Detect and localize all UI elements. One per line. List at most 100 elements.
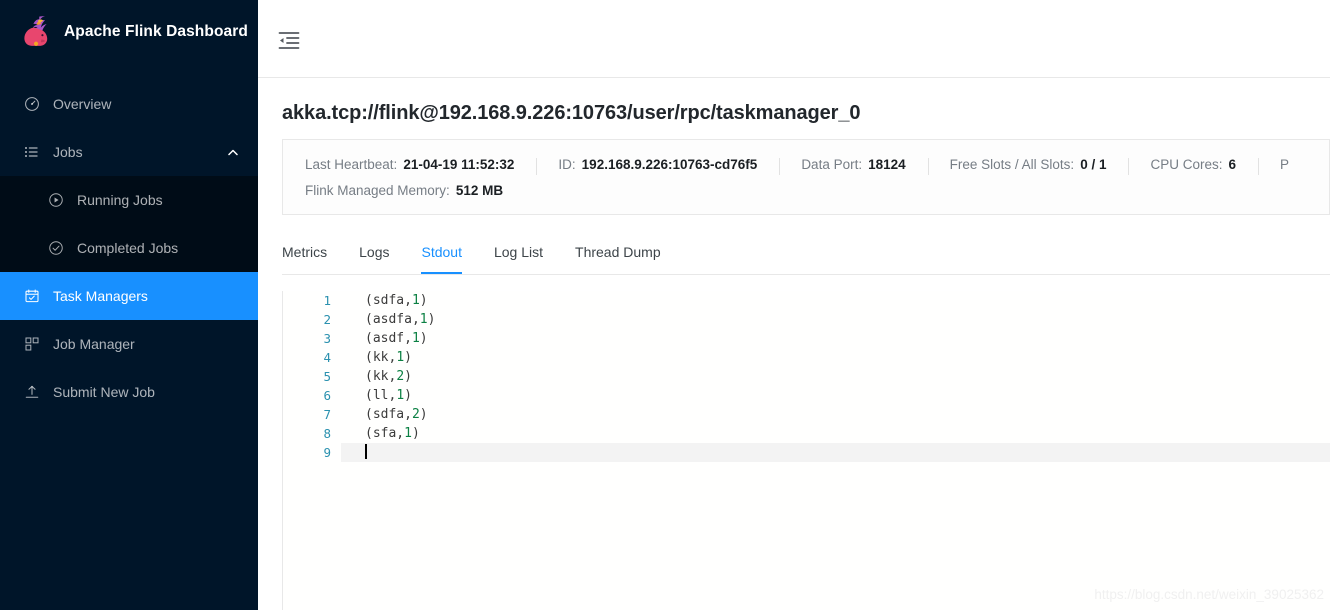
line-number: 5 bbox=[323, 369, 331, 384]
info-label: Free Slots / All Slots: bbox=[949, 156, 1075, 172]
info-label: Flink Managed Memory: bbox=[305, 182, 450, 198]
line-content[interactable]: (asdfa,1) bbox=[341, 310, 1330, 329]
check-circle-icon bbox=[48, 240, 64, 256]
code-number-token: 1 bbox=[411, 293, 420, 308]
line-content[interactable]: (ll,1) bbox=[341, 386, 1330, 405]
code-token: ) bbox=[427, 312, 436, 327]
info-value: 192.168.9.226:10763-cd76f5 bbox=[581, 156, 758, 172]
info-free-slots: Free Slots / All Slots: 0 / 1 bbox=[927, 156, 1129, 175]
play-circle-icon bbox=[48, 192, 64, 208]
line-number: 4 bbox=[323, 350, 331, 365]
sidebar-item-label: Jobs bbox=[53, 144, 83, 160]
code-token: (sfa, bbox=[365, 426, 405, 441]
line-number: 9 bbox=[323, 445, 331, 460]
info-value: 18124 bbox=[868, 156, 906, 172]
menu-fold-icon[interactable] bbox=[276, 28, 302, 52]
line-number: 7 bbox=[323, 407, 331, 422]
info-id: ID: 192.168.9.226:10763-cd76f5 bbox=[536, 156, 779, 175]
line-content[interactable]: (kk,1) bbox=[341, 348, 1330, 367]
line-content[interactable]: (kk,2) bbox=[341, 367, 1330, 386]
info-value: 21-04-19 11:52:32 bbox=[403, 156, 515, 172]
code-number-token: 2 bbox=[411, 407, 420, 422]
sidebar-item-submit-new-job[interactable]: Submit New Job bbox=[0, 368, 258, 416]
info-row-2: Flink Managed Memory: 512 MB bbox=[283, 177, 1329, 203]
tab-stdout[interactable]: Stdout bbox=[421, 245, 462, 274]
code-number-token: 1 bbox=[411, 331, 420, 346]
line-content[interactable]: (sdfa,1) bbox=[341, 291, 1330, 310]
code-token: ) bbox=[411, 426, 420, 441]
content-panel: akka.tcp://flink@192.168.9.226:10763/use… bbox=[258, 78, 1330, 610]
code-line: 6 (ll,1) bbox=[283, 386, 1330, 405]
code-number-token: 1 bbox=[419, 312, 428, 327]
unordered-list-icon bbox=[24, 144, 40, 160]
sidebar-submenu-jobs: Running Jobs Completed Jobs bbox=[0, 176, 258, 272]
sidebar: Apache Flink Dashboard Overview Jobs Run… bbox=[0, 0, 258, 610]
code-token: (asdf, bbox=[365, 331, 412, 346]
cluster-blocks-icon bbox=[24, 336, 40, 352]
info-cpu-cores: CPU Cores: 6 bbox=[1128, 156, 1258, 175]
sidebar-item-running-jobs[interactable]: Running Jobs bbox=[0, 176, 258, 224]
tab-logs[interactable]: Logs bbox=[359, 245, 389, 274]
line-content[interactable] bbox=[341, 443, 1330, 462]
info-label: Data Port: bbox=[801, 156, 863, 172]
code-token: ) bbox=[404, 350, 412, 365]
info-label: P bbox=[1280, 156, 1290, 172]
code-token: ) bbox=[419, 293, 428, 308]
line-number: 6 bbox=[323, 388, 331, 403]
code-number-token: 1 bbox=[404, 426, 412, 441]
line-number: 8 bbox=[323, 426, 331, 441]
main-area: akka.tcp://flink@192.168.9.226:10763/use… bbox=[258, 0, 1330, 610]
topbar bbox=[258, 0, 1330, 78]
code-line: 5 (kk,2) bbox=[283, 367, 1330, 386]
chevron-up-icon[interactable] bbox=[228, 147, 238, 157]
info-truncated: P bbox=[1258, 156, 1311, 175]
sidebar-item-label: Job Manager bbox=[53, 336, 135, 352]
code-token: ) bbox=[419, 331, 428, 346]
upload-icon bbox=[24, 384, 40, 400]
sidebar-item-overview[interactable]: Overview bbox=[0, 80, 258, 128]
sidebar-item-label: Submit New Job bbox=[53, 384, 155, 400]
code-token: (asdfa, bbox=[365, 312, 420, 327]
code-editor[interactable]: 1 (sdfa,1) 2 (asdfa,1) 3 (asdf,1) 4 (kk,… bbox=[283, 291, 1330, 462]
line-content[interactable]: (asdf,1) bbox=[341, 329, 1330, 348]
line-content[interactable]: (sdfa,2) bbox=[341, 405, 1330, 424]
code-number-token: 1 bbox=[396, 388, 405, 403]
code-line: 3 (asdf,1) bbox=[283, 329, 1330, 348]
sidebar-item-label: Completed Jobs bbox=[77, 240, 179, 256]
code-line: 8 (sfa,1) bbox=[283, 424, 1330, 443]
dashboard-gauge-icon bbox=[24, 96, 40, 112]
code-token: (kk, bbox=[365, 369, 397, 384]
code-token: (sdfa, bbox=[365, 407, 412, 422]
tab-metrics[interactable]: Metrics bbox=[282, 245, 327, 274]
tab-thread-dump[interactable]: Thread Dump bbox=[575, 245, 661, 274]
sidebar-item-jobs[interactable]: Jobs bbox=[0, 128, 258, 176]
info-value: 0 / 1 bbox=[1080, 156, 1107, 172]
tab-log-list[interactable]: Log List bbox=[494, 245, 543, 274]
line-number: 2 bbox=[323, 312, 331, 327]
tab-bar: Metrics Logs Stdout Log List Thread Dump bbox=[282, 229, 1330, 275]
sidebar-item-job-manager[interactable]: Job Manager bbox=[0, 320, 258, 368]
info-last-heartbeat: Last Heartbeat: 21-04-19 11:52:32 bbox=[283, 157, 536, 172]
sidebar-item-completed-jobs[interactable]: Completed Jobs bbox=[0, 224, 258, 272]
line-number: 1 bbox=[323, 293, 331, 308]
code-number-token: 1 bbox=[396, 350, 405, 365]
stdout-editor[interactable]: 1 (sdfa,1) 2 (asdfa,1) 3 (asdf,1) 4 (kk,… bbox=[282, 291, 1330, 610]
info-data-port: Data Port: 18124 bbox=[779, 156, 927, 175]
info-flink-managed-memory: Flink Managed Memory: 512 MB bbox=[283, 183, 525, 198]
line-number: 3 bbox=[323, 331, 331, 346]
code-number-token: 2 bbox=[396, 369, 405, 384]
sidebar-item-task-managers[interactable]: Task Managers bbox=[0, 272, 258, 320]
code-line: 7 (sdfa,2) bbox=[283, 405, 1330, 424]
sidebar-menu: Overview Jobs Running Jobs Completed Job… bbox=[0, 80, 258, 416]
info-label: CPU Cores: bbox=[1150, 156, 1223, 172]
info-value: 6 bbox=[1228, 156, 1236, 172]
code-line: 4 (kk,1) bbox=[283, 348, 1330, 367]
sidebar-item-label: Task Managers bbox=[53, 288, 148, 304]
code-token: ) bbox=[419, 407, 428, 422]
calendar-check-icon bbox=[24, 288, 40, 304]
app-root: Apache Flink Dashboard Overview Jobs Run… bbox=[0, 0, 1330, 610]
line-content[interactable]: (sfa,1) bbox=[341, 424, 1330, 443]
code-line-active: 9 bbox=[283, 443, 1330, 462]
brand[interactable]: Apache Flink Dashboard bbox=[0, 0, 258, 64]
info-row-1: Last Heartbeat: 21-04-19 11:52:32 ID: 19… bbox=[283, 151, 1329, 177]
